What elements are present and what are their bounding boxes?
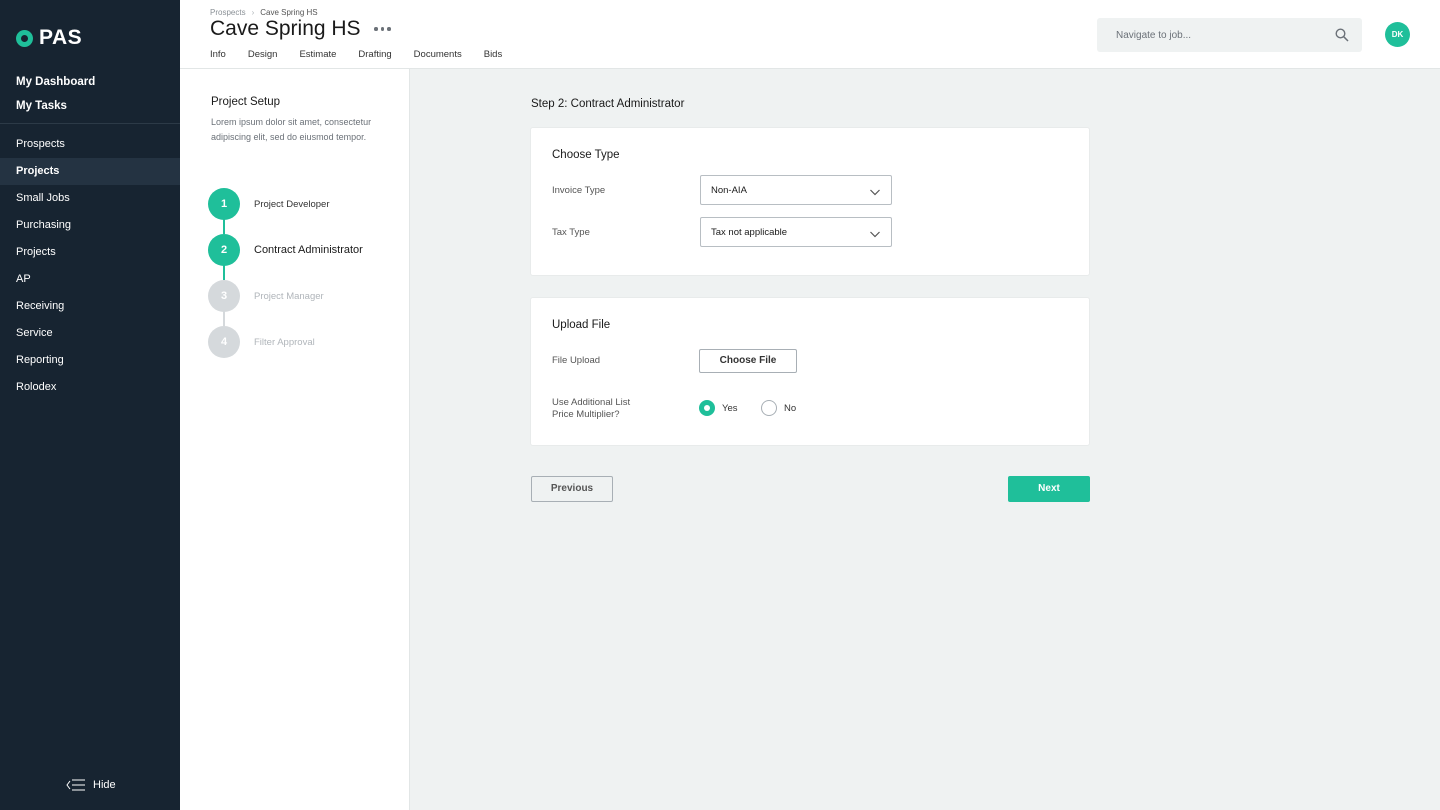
multiplier-label-line: Price Multiplier? <box>552 409 620 420</box>
step-label: Filter Approval <box>254 336 315 348</box>
step-label: Contract Administrator <box>254 244 363 256</box>
tab-info[interactable]: Info <box>210 49 226 60</box>
sidebar-top-menu: My Dashboard My Tasks <box>0 70 180 118</box>
choose-file-button[interactable]: Choose File <box>699 349 797 373</box>
step-label: Project Manager <box>254 290 324 302</box>
step-1[interactable]: 1 Project Developer <box>208 188 330 220</box>
hide-label: Hide <box>93 779 116 791</box>
radio-yes[interactable]: Yes <box>699 400 738 416</box>
tab-documents[interactable]: Documents <box>414 49 462 60</box>
collapse-menu-icon <box>66 778 86 792</box>
logo-icon <box>16 29 33 47</box>
radio-unselected-icon <box>761 400 777 416</box>
chevron-down-icon <box>869 185 881 197</box>
steps-description: Lorem ipsum dolor sit amet, consectetur … <box>211 117 372 142</box>
sidebar-item-rolodex[interactable]: Rolodex <box>0 374 180 401</box>
previous-button[interactable]: Previous <box>531 476 613 502</box>
tax-type-value: Tax not applicable <box>711 227 788 238</box>
step-3[interactable]: 3 Project Manager <box>208 280 324 312</box>
file-upload-label: File Upload <box>552 355 601 366</box>
sidebar-item-projects[interactable]: Projects <box>0 158 180 185</box>
steps-panel: Project Setup Lorem ipsum dolor sit amet… <box>180 69 410 810</box>
breadcrumb-separator: › <box>251 8 255 17</box>
sidebar-item-prospects[interactable]: Prospects <box>0 131 180 158</box>
tab-design[interactable]: Design <box>248 49 278 60</box>
step-number: 3 <box>208 280 240 312</box>
radio-no[interactable]: No <box>761 400 796 416</box>
breadcrumb: Prospects › Cave Spring HS <box>210 8 318 17</box>
sidebar-item-service[interactable]: Service <box>0 320 180 347</box>
sidebar-item-ap[interactable]: AP <box>0 266 180 293</box>
page-header: Prospects › Cave Spring HS Cave Spring H… <box>180 0 1440 69</box>
step-2[interactable]: 2 Contract Administrator <box>208 234 363 266</box>
sidebar-item-reporting[interactable]: Reporting <box>0 347 180 374</box>
invoice-type-label: Invoice Type <box>552 185 606 196</box>
sidebar-item-my-tasks[interactable]: My Tasks <box>0 94 180 118</box>
breadcrumb-prospects[interactable]: Prospects <box>210 8 246 17</box>
card-title: Choose Type <box>552 149 620 161</box>
search-input[interactable] <box>1097 18 1327 52</box>
tab-estimate[interactable]: Estimate <box>299 49 336 60</box>
invoice-type-value: Non-AIA <box>711 185 747 196</box>
choose-type-card: Choose Type Invoice Type Non-AIA Tax Typ… <box>531 128 1089 275</box>
steps-title: Project Setup <box>211 96 281 108</box>
tab-drafting[interactable]: Drafting <box>358 49 391 60</box>
upload-file-card: Upload File File Upload Choose File Use … <box>531 298 1089 445</box>
step-number: 1 <box>208 188 240 220</box>
radio-yes-label: Yes <box>722 402 738 414</box>
sidebar: PAS My Dashboard My Tasks Prospects Proj… <box>0 0 180 810</box>
sidebar-item-small-jobs[interactable]: Small Jobs <box>0 185 180 212</box>
sidebar-item-projects-2[interactable]: Projects <box>0 239 180 266</box>
chevron-down-icon <box>869 227 881 239</box>
multiplier-label: Use Additional List Price Multiplier? <box>552 397 630 421</box>
multiplier-label-line: Use Additional List <box>552 397 631 408</box>
invoice-type-select[interactable]: Non-AIA <box>700 175 892 205</box>
step-number: 4 <box>208 326 240 358</box>
sidebar-nav: Prospects Projects Small Jobs Purchasing… <box>0 131 180 401</box>
sidebar-item-purchasing[interactable]: Purchasing <box>0 212 180 239</box>
page-title: Cave Spring HS <box>210 17 361 40</box>
tax-type-select[interactable]: Tax not applicable <box>700 217 892 247</box>
project-tabs: Info Design Estimate Drafting Documents … <box>210 49 524 60</box>
radio-no-label: No <box>784 402 797 414</box>
sidebar-item-receiving[interactable]: Receiving <box>0 293 180 320</box>
search-icon[interactable] <box>1335 28 1349 42</box>
hide-sidebar-button[interactable]: Hide <box>66 778 116 792</box>
next-button[interactable]: Next <box>1008 476 1090 502</box>
job-search <box>1097 18 1362 52</box>
radio-selected-icon <box>699 400 715 416</box>
logo[interactable]: PAS <box>16 26 82 50</box>
sidebar-divider <box>0 123 180 124</box>
breadcrumb-current: Cave Spring HS <box>260 8 318 17</box>
more-horizontal-icon[interactable] <box>374 21 394 37</box>
tab-bids[interactable]: Bids <box>484 49 502 60</box>
logo-text: PAS <box>39 26 83 49</box>
tax-type-label: Tax Type <box>552 227 590 238</box>
step-number: 2 <box>208 234 240 266</box>
card-title: Upload File <box>552 319 611 331</box>
step-4[interactable]: 4 Filter Approval <box>208 326 315 358</box>
step-heading: Step 2: Contract Administrator <box>531 98 685 110</box>
avatar[interactable]: DK <box>1385 22 1410 47</box>
step-label: Project Developer <box>254 198 330 210</box>
sidebar-item-my-dashboard[interactable]: My Dashboard <box>0 70 180 94</box>
